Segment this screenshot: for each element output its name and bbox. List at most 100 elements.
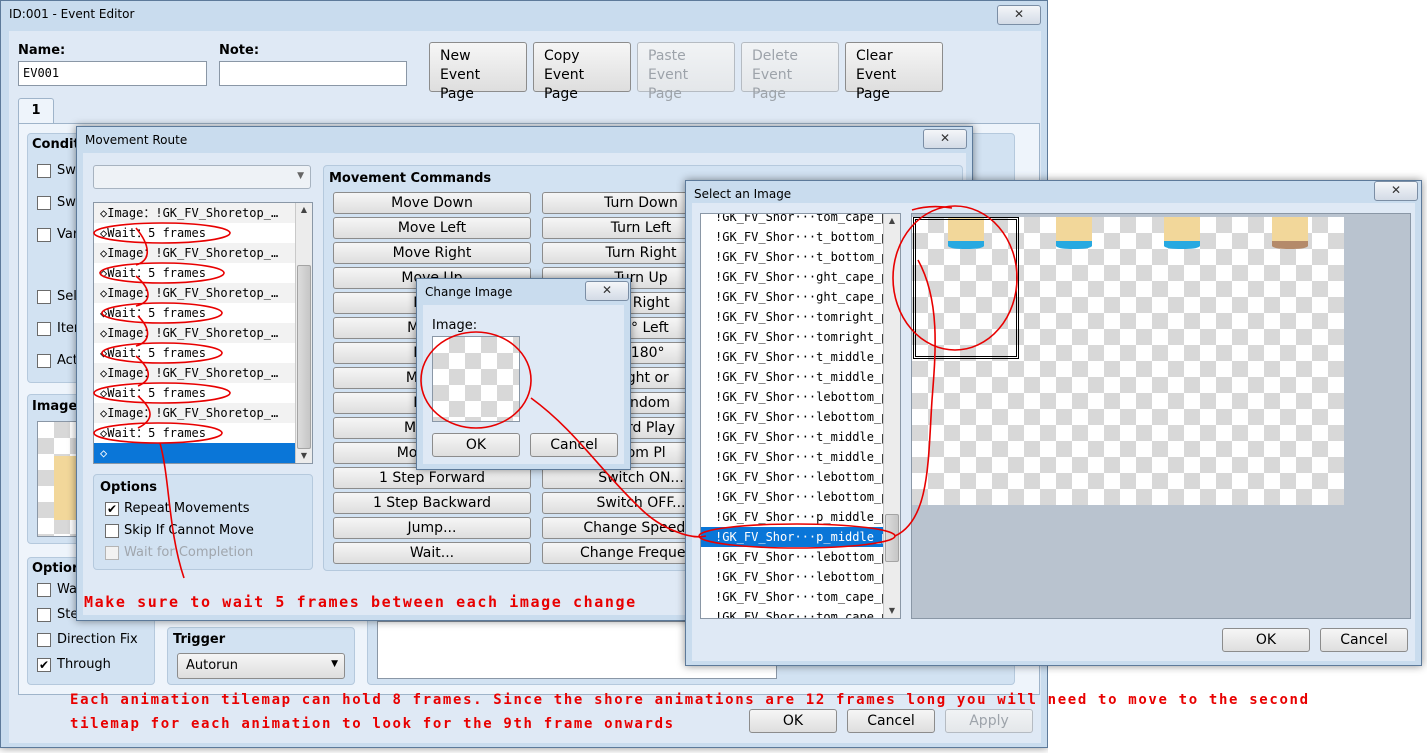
select-image-title: Select an Image — [694, 187, 792, 201]
event-editor-apply-button[interactable]: Apply — [945, 709, 1033, 733]
image-file-item[interactable]: !GK_FV_Shor···tomright_p2 — [701, 327, 900, 347]
movement-command-button[interactable]: 1 Step Backward — [333, 492, 531, 514]
image-file-scrollbar[interactable]: ▲ ▼ — [883, 214, 900, 618]
image-file-item[interactable]: !GK_FV_Shor···p_middle_p1 — [701, 507, 900, 527]
tilemap-preview-image[interactable] — [912, 217, 1344, 505]
option-walking-label: Wa — [57, 582, 77, 597]
select-image-ok-button[interactable]: OK — [1222, 628, 1310, 652]
new-event-page-button[interactable]: New Event Page — [429, 42, 527, 102]
image-file-list[interactable]: !GK_FV_Shor···tom_cape_p2 !GK_FV_Shor···t… — [700, 213, 901, 619]
movement-command-button[interactable]: Move Right — [333, 242, 531, 264]
event-editor-cancel-button[interactable]: Cancel — [847, 709, 935, 733]
shore-frame-4-water — [1272, 241, 1308, 249]
tilemap-preview-area[interactable] — [911, 213, 1411, 619]
movement-route-scrollbar[interactable]: ▲ ▼ — [295, 203, 312, 463]
annotation-tilemap-line2: tilemap for each animation to look for t… — [70, 716, 675, 732]
image-file-item[interactable]: !GK_FV_Shor···ght_cape_p1 — [701, 267, 900, 287]
route-wait-row[interactable]: ◇Wait：5 frames — [94, 423, 312, 443]
image-file-item[interactable]: !GK_FV_Shor···tom_cape_p1 — [701, 587, 900, 607]
image-label: Image — [32, 399, 78, 414]
route-image-row[interactable]: ◇Image：!GK_FV_Shoretop_… — [94, 203, 312, 223]
image-file-item[interactable]: !GK_FV_Shor···tomright_p1 — [701, 307, 900, 327]
change-image-ok-button[interactable]: OK — [432, 433, 520, 457]
image-file-item[interactable]: !GK_FV_Shor···tom_cape_p2 — [701, 214, 900, 227]
copy-event-page-button[interactable]: Copy Event Page — [533, 42, 631, 102]
tab-page-1-label: 1 — [31, 103, 41, 118]
skip-if-cannot-move-label: Skip If Cannot Move — [124, 523, 254, 538]
select-image-close-button[interactable]: ✕ — [1374, 181, 1418, 201]
event-editor-ok-button[interactable]: OK — [749, 709, 837, 733]
scroll-down-icon[interactable]: ▼ — [884, 604, 900, 618]
delete-event-page-button[interactable]: Delete Event Page — [741, 42, 839, 102]
trigger-select[interactable]: Autorun ▼ — [177, 653, 345, 679]
image-file-item[interactable]: !GK_FV_Shor···t_middle_p2 — [701, 367, 900, 387]
scroll-up-icon[interactable]: ▲ — [884, 214, 900, 228]
image-file-item[interactable]: !GK_FV_Shor···t_bottom_p2 — [701, 247, 900, 267]
change-image-cancel-button[interactable]: Cancel — [530, 433, 618, 457]
select-image-cancel-button[interactable]: Cancel — [1320, 628, 1408, 652]
image-file-item[interactable]: !GK_FV_Shor···t_middle_p1 — [701, 347, 900, 367]
route-wait-row[interactable]: ◇Wait：5 frames — [94, 263, 312, 283]
route-image-row[interactable]: ◇Image：!GK_FV_Shoretop_… — [94, 363, 312, 383]
image-file-item[interactable]: !GK_FV_Shor···lebottom_p2 — [701, 407, 900, 427]
option-walking-checkbox[interactable] — [37, 583, 51, 597]
repeat-movements-checkbox[interactable]: ✔ — [105, 502, 119, 516]
image-file-item[interactable]: !GK_FV_Shor···t_middle_p1 — [701, 427, 900, 447]
option-through-checkbox[interactable]: ✔ — [37, 658, 51, 672]
tilemap-selection-cursor[interactable] — [913, 217, 1019, 359]
scroll-up-icon[interactable]: ▲ — [296, 203, 312, 217]
image-file-item[interactable]: !GK_FV_Shor···lebottom_p1 — [701, 387, 900, 407]
image-file-item[interactable]: !GK_FV_Shor···lebottom_p1 — [701, 547, 900, 567]
image-file-item[interactable]: !GK_FV_Shor···lebottom_p1 — [701, 467, 900, 487]
route-image-row[interactable]: ◇Image：!GK_FV_Shoretop_… — [94, 323, 312, 343]
change-image-preview[interactable] — [432, 336, 520, 422]
image-file-item[interactable]: !GK_FV_Shor···lebottom_p2 — [701, 487, 900, 507]
image-file-scroll-thumb[interactable] — [885, 514, 899, 562]
movement-commands-label: Movement Commands — [329, 171, 492, 186]
movement-route-list[interactable]: ◇Image：!GK_FV_Shoretop_… ◇Wait：5 frames ◇I… — [93, 202, 313, 464]
image-file-item[interactable]: !GK_FV_Shor···t_bottom_p1 — [701, 227, 900, 247]
route-insert-row[interactable]: ◇ — [94, 443, 312, 463]
image-file-item[interactable]: !GK_FV_Shor···p_middle_p2 — [701, 527, 900, 547]
tab-page-1[interactable]: 1 — [18, 98, 54, 124]
condition-variable-checkbox[interactable] — [37, 228, 51, 242]
route-wait-row[interactable]: ◇Wait：5 frames — [94, 343, 312, 363]
name-field[interactable]: EV001 — [18, 61, 207, 86]
image-file-item[interactable]: !GK_FV_Shor···ght_cape_p2 — [701, 287, 900, 307]
route-wait-row[interactable]: ◇Wait：5 frames — [94, 303, 312, 323]
condition-switch2-checkbox[interactable] — [37, 196, 51, 210]
condition-item-checkbox[interactable] — [37, 322, 51, 336]
note-field[interactable] — [219, 61, 407, 86]
route-image-row[interactable]: ◇Image：!GK_FV_Shoretop_… — [94, 243, 312, 263]
option-direction-fix-checkbox[interactable] — [37, 633, 51, 647]
clear-event-page-button[interactable]: Clear Event Page — [845, 42, 943, 102]
condition-actor-checkbox[interactable] — [37, 354, 51, 368]
paste-event-page-button[interactable]: Paste Event Page — [637, 42, 735, 102]
movement-command-button[interactable]: Move Left — [333, 217, 531, 239]
movement-command-button[interactable]: Wait... — [333, 542, 531, 564]
route-image-row[interactable]: ◇Image：!GK_FV_Shoretop_… — [94, 403, 312, 423]
movement-target-select[interactable]: ▼ — [93, 165, 311, 189]
image-file-item[interactable]: !GK_FV_Shor···tom_cape_p2 — [701, 607, 900, 618]
movement-command-button[interactable]: Move Down — [333, 192, 531, 214]
movement-route-close-button[interactable]: ✕ — [923, 129, 967, 149]
route-wait-row[interactable]: ◇Wait：5 frames — [94, 223, 312, 243]
change-image-close-button[interactable]: ✕ — [585, 281, 629, 301]
movement-route-scroll-thumb[interactable] — [297, 265, 311, 449]
image-file-item[interactable]: !GK_FV_Shor···lebottom_p2 — [701, 567, 900, 587]
wait-for-completion-checkbox[interactable] — [105, 546, 119, 560]
movement-command-button[interactable]: 1 Step Forward — [333, 467, 531, 489]
route-wait-row[interactable]: ◇Wait：5 frames — [94, 383, 312, 403]
event-editor-title: ID:001 - Event Editor — [9, 7, 135, 21]
route-image-row[interactable]: ◇Image：!GK_FV_Shoretop_… — [94, 283, 312, 303]
image-file-rows: !GK_FV_Shor···tom_cape_p2 !GK_FV_Shor···t… — [701, 214, 900, 618]
chevron-down-icon: ▼ — [331, 659, 338, 669]
condition-selfswitch-checkbox[interactable] — [37, 290, 51, 304]
image-file-item[interactable]: !GK_FV_Shor···t_middle_p2 — [701, 447, 900, 467]
movement-command-button[interactable]: Jump... — [333, 517, 531, 539]
event-editor-close-button[interactable]: ✕ — [997, 5, 1041, 25]
option-stepping-checkbox[interactable] — [37, 608, 51, 622]
condition-switch1-checkbox[interactable] — [37, 164, 51, 178]
skip-if-cannot-move-checkbox[interactable] — [105, 524, 119, 538]
scroll-down-icon[interactable]: ▼ — [296, 449, 312, 463]
